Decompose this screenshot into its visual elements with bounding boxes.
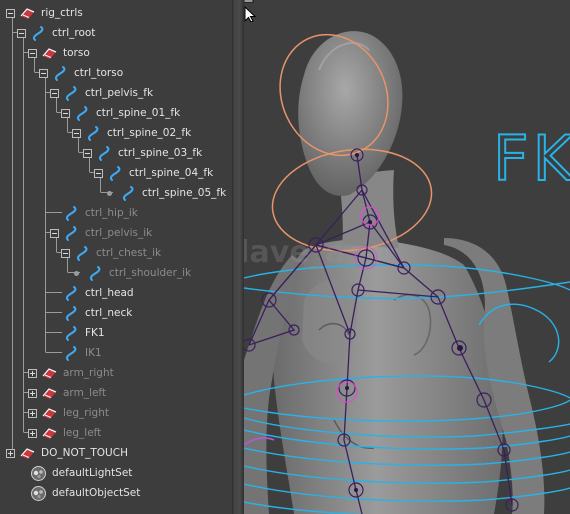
outliner-item-label: ctrl_pelvis_fk: [85, 87, 154, 99]
transform-group-icon: [42, 47, 57, 59]
outliner-item-ctrl-spine-05-fk[interactable]: ctrl_spine_05_fk: [105, 183, 226, 203]
outliner-item-label: ctrl_root: [52, 27, 96, 39]
nurbs-curve-icon: [109, 165, 121, 181]
outliner-item-ctrl-chest-ik[interactable]: ctrl_chest_ik: [61, 243, 161, 263]
object-set-icon: [31, 485, 46, 501]
mouse-cursor-icon: [244, 0, 257, 22]
3d-viewport[interactable]: FK @dave_a: [244, 0, 570, 514]
outliner-item-label: defaultLightSet: [52, 467, 133, 479]
leaf-node-dot-icon: [107, 190, 112, 196]
outliner-item-label: leg_right: [63, 407, 109, 419]
nurbs-curve-icon: [65, 325, 77, 341]
expand-plus-icon[interactable]: [28, 428, 37, 438]
outliner-panel: rig_ctrls ctrl_roottorso ctrl_torso ctrl_pe…: [0, 0, 232, 514]
outliner-item-label: FK1: [85, 327, 105, 339]
outliner-item-ctrl-head[interactable]: ctrl_head: [50, 283, 134, 303]
nurbs-curve-icon: [32, 25, 44, 41]
collapse-minus-icon[interactable]: [61, 108, 70, 118]
outliner-item-ctrl-shoulder-ik[interactable]: ctrl_shoulder_ik: [72, 263, 191, 283]
outliner-item-label: ctrl_head: [85, 287, 134, 299]
collapse-minus-icon[interactable]: [6, 8, 15, 18]
expand-plus-icon[interactable]: [6, 448, 15, 458]
nurbs-curve-icon: [76, 245, 88, 261]
outliner-item-label: ctrl_hip_ik: [85, 207, 138, 219]
outliner-item-rig-ctrls[interactable]: rig_ctrls: [6, 3, 83, 23]
outliner-item-ctrl-spine-04-fk[interactable]: ctrl_spine_04_fk: [94, 163, 213, 183]
outliner-item-leg-left[interactable]: leg_left: [28, 423, 101, 443]
outliner-item-ctrl-pelvis-fk[interactable]: ctrl_pelvis_fk: [50, 83, 153, 103]
outliner-item-ctrl-root[interactable]: ctrl_root: [17, 23, 95, 43]
outliner-item-label: IK1: [85, 347, 102, 359]
nurbs-curve-icon: [65, 205, 77, 221]
outliner-item-label: ctrl_torso: [74, 67, 124, 79]
outliner-item-label: ctrl_spine_04_fk: [129, 167, 214, 179]
outliner-item-label: arm_right: [63, 367, 114, 379]
transform-group-icon: [42, 427, 57, 439]
outliner-item-leg-right[interactable]: leg_right: [28, 403, 109, 423]
outliner-item-ctrl-neck[interactable]: ctrl_neck: [50, 303, 132, 323]
leaf-node-dot-icon: [74, 270, 79, 276]
transform-group-icon: [42, 387, 57, 399]
fk-text-curve[interactable]: FK: [492, 127, 570, 191]
nurbs-curve-icon: [87, 125, 99, 141]
outliner-item-do-not-touch[interactable]: DO_NOT_TOUCH: [6, 443, 128, 463]
collapse-minus-icon[interactable]: [83, 148, 92, 158]
nurbs-curve-icon: [89, 265, 101, 281]
transform-group-icon: [20, 7, 35, 19]
outliner-item-ctrl-spine-01-fk[interactable]: ctrl_spine_01_fk: [61, 103, 180, 123]
expand-plus-icon[interactable]: [28, 408, 37, 418]
panel-splitter[interactable]: [232, 0, 244, 514]
outliner-item-label: ctrl_shoulder_ik: [109, 267, 192, 279]
collapse-minus-icon[interactable]: [72, 128, 81, 138]
nurbs-curve-icon: [65, 285, 77, 301]
nurbs-curve-icon: [98, 145, 110, 161]
transform-group-icon: [20, 447, 35, 459]
outliner-item-torso[interactable]: torso: [28, 43, 90, 63]
outliner-item-arm-right[interactable]: arm_right: [28, 363, 114, 383]
outliner-item-label: rig_ctrls: [41, 7, 83, 19]
outliner-item-label: ctrl_spine_02_fk: [107, 127, 192, 139]
outliner-item-label: ctrl_spine_01_fk: [96, 107, 181, 119]
outliner-item-label: ctrl_chest_ik: [96, 247, 162, 259]
collapse-minus-icon[interactable]: [39, 68, 48, 78]
nurbs-curve-icon: [65, 305, 77, 321]
outliner-item-arm-left[interactable]: arm_left: [28, 383, 106, 403]
outliner-item-ctrl-hip-ik[interactable]: ctrl_hip_ik: [50, 203, 138, 223]
nurbs-curve-icon: [65, 345, 77, 361]
nurbs-curve-icon: [65, 225, 77, 241]
nurbs-curve-icon: [54, 65, 66, 81]
collapse-minus-icon[interactable]: [17, 28, 26, 38]
outliner-item-label: defaultObjectSet: [52, 487, 141, 499]
nurbs-curve-icon: [122, 185, 134, 201]
outliner-item-label: DO_NOT_TOUCH: [41, 447, 128, 459]
outliner-item-ik1[interactable]: IK1: [50, 343, 102, 363]
outliner-item-ctrl-spine-02-fk[interactable]: ctrl_spine_02_fk: [72, 123, 191, 143]
outliner-item-label: ctrl_neck: [85, 307, 133, 319]
collapse-minus-icon[interactable]: [50, 228, 59, 238]
transform-group-icon: [42, 407, 57, 419]
outliner-item-defaultobjectset[interactable]: defaultObjectSet: [17, 483, 140, 503]
outliner-item-label: leg_left: [63, 427, 102, 439]
outliner-item-label: ctrl_pelvis_ik: [85, 227, 153, 239]
outliner-item-fk1[interactable]: FK1: [50, 323, 105, 343]
outliner-item-label: ctrl_spine_03_fk: [118, 147, 203, 159]
collapse-minus-icon[interactable]: [61, 248, 70, 258]
object-set-icon: [31, 465, 46, 481]
outliner-item-ctrl-pelvis-ik[interactable]: ctrl_pelvis_ik: [50, 223, 152, 243]
collapse-minus-icon[interactable]: [94, 168, 103, 178]
nurbs-curve-icon: [76, 105, 88, 121]
transform-group-icon: [42, 367, 57, 379]
expand-plus-icon[interactable]: [28, 388, 37, 398]
outliner-item-defaultlightset[interactable]: defaultLightSet: [17, 463, 132, 483]
outliner-item-label: arm_left: [63, 387, 107, 399]
collapse-minus-icon[interactable]: [50, 88, 59, 98]
outliner-item-label: ctrl_spine_05_fk: [142, 187, 227, 199]
outliner-item-label: torso: [63, 47, 90, 59]
outliner-item-ctrl-torso[interactable]: ctrl_torso: [39, 63, 123, 83]
watermark: @dave_a: [244, 235, 345, 270]
nurbs-curve-icon: [65, 85, 77, 101]
expand-plus-icon[interactable]: [28, 368, 37, 378]
outliner-item-ctrl-spine-03-fk[interactable]: ctrl_spine_03_fk: [83, 143, 202, 163]
collapse-minus-icon[interactable]: [28, 48, 37, 58]
